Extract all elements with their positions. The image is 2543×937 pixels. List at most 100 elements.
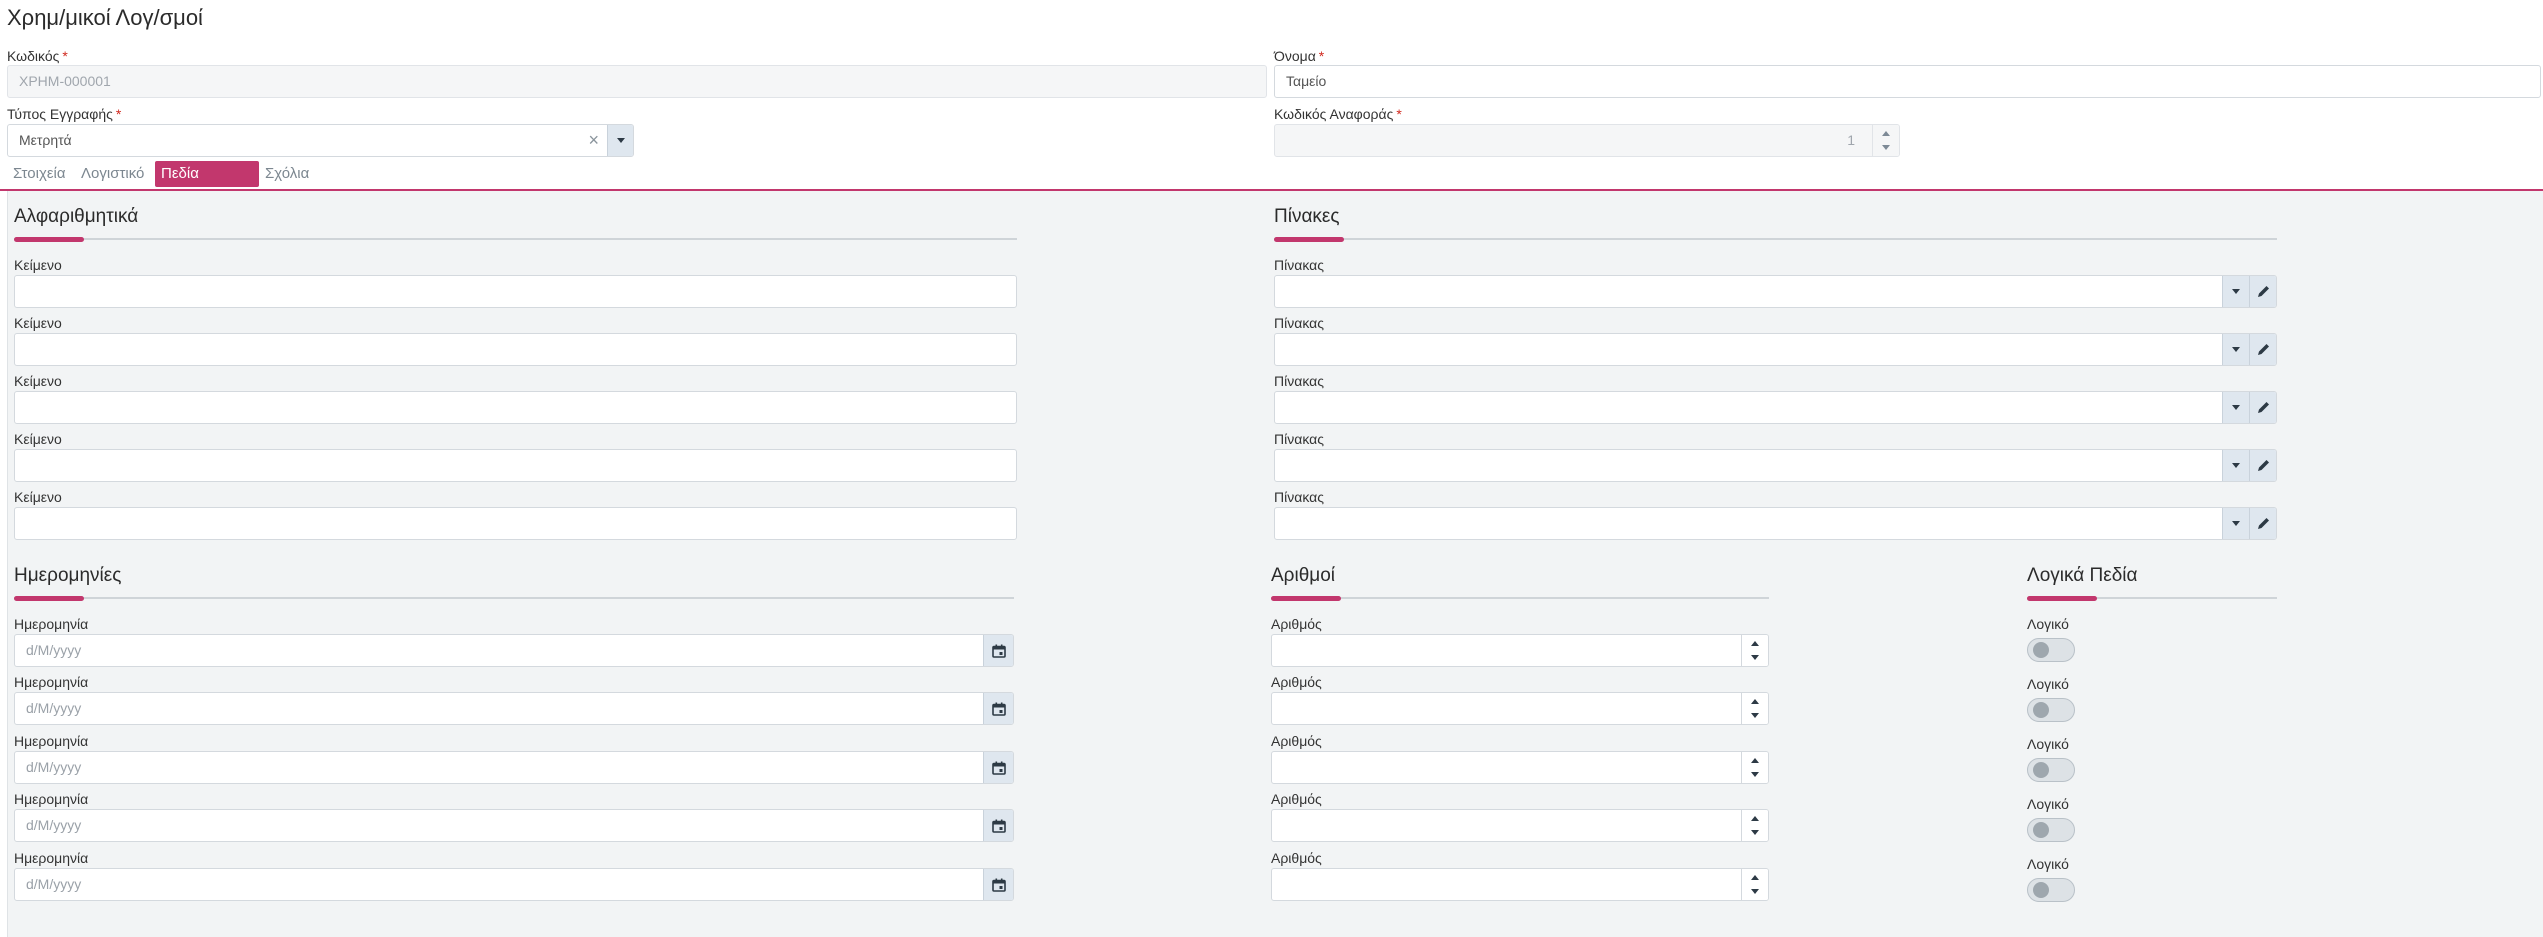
- tab-comments[interactable]: Σχόλια: [259, 161, 315, 187]
- required-marker: *: [115, 106, 122, 122]
- table-edit-button[interactable]: [2249, 392, 2276, 423]
- table-dropdown-button[interactable]: [2222, 392, 2249, 423]
- table-edit-button[interactable]: [2249, 276, 2276, 307]
- record-type-label: Τύπος Εγγραφής *: [7, 106, 121, 122]
- spinner-icon[interactable]: [1741, 752, 1768, 783]
- calendar-button[interactable]: [983, 635, 1013, 666]
- section-accent: [1271, 596, 1341, 601]
- chevron-down-icon: [616, 138, 625, 143]
- section-divider: [14, 597, 1014, 599]
- section-accent: [1274, 237, 1344, 242]
- number-field[interactable]: [1271, 751, 1769, 784]
- table-label: Πίνακας: [1274, 315, 1324, 331]
- name-field[interactable]: Ταμείο: [1274, 65, 2541, 98]
- table-edit-button[interactable]: [2249, 450, 2276, 481]
- text-field[interactable]: [14, 507, 1017, 540]
- tab-accounting[interactable]: Λογιστικό: [75, 161, 150, 187]
- date-field[interactable]: d/M/yyyy: [14, 809, 1014, 842]
- page-title: Χρημ/μικοί Λογ/σμοί: [7, 5, 203, 30]
- calendar-button[interactable]: [983, 869, 1013, 900]
- section-title-alphanumeric: Αλφαριθμητικά: [14, 206, 139, 227]
- table-dropdown-button[interactable]: [2222, 508, 2249, 539]
- date-placeholder: d/M/yyyy: [26, 700, 82, 716]
- table-lookup-field[interactable]: [1274, 507, 2277, 540]
- record-type-select[interactable]: Μετρητά ×: [7, 124, 634, 157]
- date-field[interactable]: d/M/yyyy: [14, 692, 1014, 725]
- table-dropdown-button[interactable]: [2222, 334, 2249, 365]
- code-label-text: Κωδικός: [7, 48, 60, 64]
- section-divider: [1274, 238, 2277, 240]
- spinner-icon[interactable]: [1741, 810, 1768, 841]
- section-title-tables: Πίνακες: [1274, 206, 1340, 227]
- tab-details[interactable]: Στοιχεία: [7, 161, 72, 187]
- clear-icon[interactable]: ×: [588, 125, 599, 156]
- calendar-button[interactable]: [983, 810, 1013, 841]
- record-type-value: Μετρητά: [19, 132, 72, 148]
- boolean-toggle[interactable]: [2027, 878, 2075, 902]
- number-label: Αριθμός: [1271, 616, 1322, 632]
- date-placeholder: d/M/yyyy: [26, 759, 82, 775]
- text-field[interactable]: [14, 333, 1017, 366]
- number-field[interactable]: [1271, 634, 1769, 667]
- code-label: Κωδικός *: [7, 48, 68, 64]
- boolean-toggle[interactable]: [2027, 638, 2075, 662]
- date-label: Ημερομηνία: [14, 733, 89, 749]
- text-label: Κείμενο: [14, 373, 62, 389]
- boolean-label: Λογικό: [2027, 676, 2069, 692]
- date-placeholder: d/M/yyyy: [26, 876, 82, 892]
- calendar-icon: [991, 878, 1006, 892]
- chevron-down-icon: [2232, 347, 2240, 352]
- table-label: Πίνακας: [1274, 257, 1324, 273]
- table-lookup-field[interactable]: [1274, 449, 2277, 482]
- number-field[interactable]: [1271, 809, 1769, 842]
- number-label: Αριθμός: [1271, 850, 1322, 866]
- table-lookup-field[interactable]: [1274, 333, 2277, 366]
- date-field[interactable]: d/M/yyyy: [14, 868, 1014, 901]
- text-field[interactable]: [14, 391, 1017, 424]
- text-field[interactable]: [14, 275, 1017, 308]
- date-field[interactable]: d/M/yyyy: [14, 634, 1014, 667]
- number-label: Αριθμός: [1271, 674, 1322, 690]
- section-title-booleans: Λογικά Πεδία: [2027, 565, 2138, 586]
- pencil-icon: [2257, 460, 2269, 471]
- ref-code-field[interactable]: 1: [1274, 124, 1900, 157]
- code-field[interactable]: ΧΡΗΜ-000001: [7, 65, 1267, 98]
- date-field[interactable]: d/M/yyyy: [14, 751, 1014, 784]
- pencil-icon: [2257, 344, 2269, 355]
- required-marker: *: [1318, 48, 1325, 64]
- chevron-down-icon: [2232, 289, 2240, 294]
- boolean-toggle[interactable]: [2027, 698, 2075, 722]
- number-field[interactable]: [1271, 692, 1769, 725]
- number-label: Αριθμός: [1271, 733, 1322, 749]
- spinner-icon[interactable]: [1872, 125, 1899, 156]
- boolean-label: Λογικό: [2027, 616, 2069, 632]
- spinner-icon[interactable]: [1741, 869, 1768, 900]
- spinner-icon[interactable]: [1741, 635, 1768, 666]
- boolean-label: Λογικό: [2027, 856, 2069, 872]
- calendar-icon: [991, 644, 1006, 658]
- table-dropdown-button[interactable]: [2222, 450, 2249, 481]
- calendar-button[interactable]: [983, 752, 1013, 783]
- section-divider: [1271, 597, 1769, 599]
- table-lookup-field[interactable]: [1274, 275, 2277, 308]
- text-label: Κείμενο: [14, 257, 62, 273]
- section-title-dates: Ημερομηνίες: [14, 565, 122, 586]
- table-edit-button[interactable]: [2249, 334, 2276, 365]
- table-lookup-field[interactable]: [1274, 391, 2277, 424]
- spinner-icon[interactable]: [1741, 693, 1768, 724]
- chevron-down-icon: [2232, 521, 2240, 526]
- name-label-text: Όνομα: [1274, 48, 1316, 64]
- record-type-dropdown-button[interactable]: [607, 125, 633, 156]
- date-label: Ημερομηνία: [14, 616, 89, 632]
- date-placeholder: d/M/yyyy: [26, 642, 82, 658]
- number-field[interactable]: [1271, 868, 1769, 901]
- table-edit-button[interactable]: [2249, 508, 2276, 539]
- text-field[interactable]: [14, 449, 1017, 482]
- section-accent: [14, 596, 84, 601]
- calendar-button[interactable]: [983, 693, 1013, 724]
- boolean-toggle[interactable]: [2027, 758, 2075, 782]
- boolean-toggle[interactable]: [2027, 818, 2075, 842]
- table-dropdown-button[interactable]: [2222, 276, 2249, 307]
- tab-user-fields[interactable]: Πεδία Χρήστη: [155, 161, 259, 208]
- boolean-label: Λογικό: [2027, 736, 2069, 752]
